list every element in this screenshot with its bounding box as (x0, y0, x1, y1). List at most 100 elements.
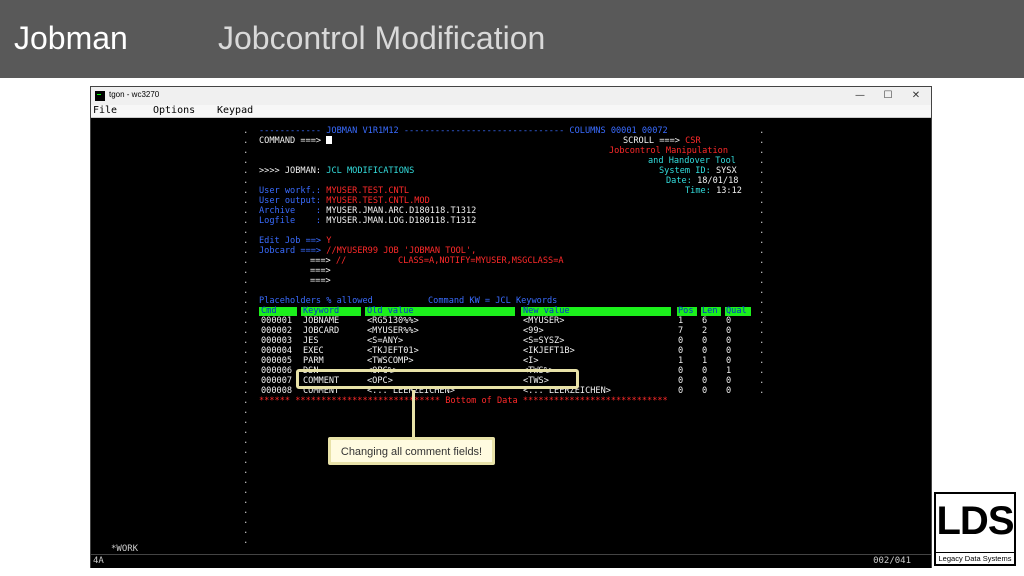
cell-new[interactable]: <I> (523, 356, 539, 366)
placeholders-note: Placeholders % allowed (259, 296, 373, 306)
cell-old[interactable]: <MYUSER%%> (367, 326, 419, 336)
minimize-button[interactable]: — (849, 89, 871, 103)
workf-label: User workf.: (259, 186, 322, 196)
cell-keyword[interactable]: JES (303, 336, 319, 346)
cell-len[interactable]: 0 (702, 346, 707, 356)
menu-file[interactable]: File (93, 105, 117, 117)
logfile-value: MYUSER.JMAN.LOG.D180118.T1312 (326, 216, 477, 226)
right-margin-dots: . . . . . . . . . . . . . . . . . . . . … (759, 126, 765, 396)
jobcard-cont-4[interactable]: ===> (259, 276, 331, 286)
cell-qual[interactable]: 0 (726, 346, 731, 356)
window-titlebar: tgon - wc3270 — ☐ ✕ (91, 87, 931, 105)
cell-pos[interactable]: 0 (678, 376, 683, 386)
cell-pos[interactable]: 0 (678, 386, 683, 396)
archive-label: Archive : (259, 206, 322, 216)
cell-cmd[interactable]: 000008 (261, 386, 292, 396)
cell-keyword[interactable]: JOBCARD (303, 326, 339, 336)
jobcard-value-1[interactable]: //MYUSER99 JOB 'JOBMAN TOOL', (326, 246, 476, 256)
cell-len[interactable]: 0 (702, 336, 707, 346)
cell-len[interactable]: 6 (702, 316, 707, 326)
jobcard-cont-3[interactable]: ===> (259, 266, 331, 276)
prompt-title: JCL MODIFICATIONS (326, 166, 415, 176)
date-line: Date: 18/01/18 (666, 176, 738, 186)
terminal-screen[interactable]: . . . . . . . . . . . . . . . . . . . . … (91, 118, 931, 554)
prompt-label: >>>> JOBMAN: (259, 166, 322, 176)
cell-keyword[interactable]: PARM (303, 356, 324, 366)
cell-old[interactable]: <RG5130%%> (367, 316, 419, 326)
cell-pos[interactable]: 1 (678, 356, 683, 366)
slide-title: Jobman (14, 20, 128, 56)
cell-len[interactable]: 0 (702, 386, 707, 396)
menu-keypad[interactable]: Keypad (217, 105, 253, 117)
cell-len[interactable]: 0 (702, 376, 707, 386)
cell-new[interactable]: <S=SYSZ> (523, 336, 564, 346)
output-line: User output: MYUSER.TEST.CNTL.MOD (259, 196, 430, 206)
cell-cmd[interactable]: 000003 (261, 336, 292, 346)
cell-cmd[interactable]: 000005 (261, 356, 292, 366)
date-value: 18/01/18 (697, 176, 739, 186)
terminal-app-icon (95, 91, 105, 101)
callout-box: Changing all comment fields! (328, 437, 495, 465)
cell-len[interactable]: 2 (702, 326, 707, 336)
system-value: SYSX (715, 166, 737, 176)
jobcard-line-3: ===> (259, 266, 331, 276)
callout-connector (412, 390, 415, 438)
cell-pos[interactable]: 0 (678, 346, 683, 356)
command-input[interactable] (326, 136, 333, 144)
cell-qual[interactable]: 0 (726, 326, 731, 336)
col-qual: Qual (726, 306, 747, 316)
cell-old[interactable]: <S=ANY> (367, 336, 403, 346)
close-button[interactable]: ✕ (905, 89, 927, 103)
cell-cmd[interactable]: 000007 (261, 376, 292, 386)
col-keyword: Keyword (303, 306, 340, 316)
status-bar: 4A 002/041 (91, 554, 931, 568)
jobcard-cont-2: ===> (310, 256, 331, 266)
maximize-button[interactable]: ☐ (877, 89, 899, 103)
editjob-line: Edit Job ==> Y (259, 236, 331, 246)
date-label: Date: (666, 176, 692, 186)
cell-new[interactable]: <IKJEFT1B> (523, 346, 575, 356)
cell-cmd[interactable]: 000006 (261, 366, 292, 376)
left-margin-dots: . . . . . . . . . . . . . . . . . . . . … (243, 126, 249, 546)
archive-value: MYUSER.JMAN.ARC.D180118.T1312 (326, 206, 477, 216)
cell-len[interactable]: 0 (702, 366, 707, 376)
scroll-value[interactable]: CSR (685, 136, 701, 146)
menu-options[interactable]: Options (153, 105, 195, 117)
cell-keyword[interactable]: JOBNAME (303, 316, 339, 326)
cell-qual[interactable]: 0 (726, 376, 731, 386)
jobcard-label: Jobcard ===> (259, 246, 322, 256)
cell-pos[interactable]: 0 (678, 366, 683, 376)
cell-pos[interactable]: 1 (678, 316, 683, 326)
cell-qual[interactable]: 0 (726, 356, 731, 366)
cell-qual[interactable]: 0 (726, 316, 731, 326)
cell-pos[interactable]: 0 (678, 336, 683, 346)
cell-len[interactable]: 1 (702, 356, 707, 366)
col-old-value: Old value (367, 306, 414, 316)
editjob-label: Edit Job ==> (259, 236, 322, 246)
cell-cmd[interactable]: 000004 (261, 346, 292, 356)
time-value: 13:12 (716, 186, 742, 196)
comment-row-highlight (296, 369, 579, 389)
jobcard-value-2[interactable]: // CLASS=A,NOTIFY=MYUSER,MSGCLASS=A (336, 256, 564, 266)
editjob-value[interactable]: Y (326, 236, 331, 246)
logfile-line: Logfile : MYUSER.JMAN.LOG.D180118.T1312 (259, 216, 476, 226)
cell-pos[interactable]: 7 (678, 326, 683, 336)
cell-new[interactable]: <MYUSER> (523, 316, 564, 326)
cell-new[interactable]: <99> (523, 326, 544, 336)
cell-old[interactable]: <TWSCOMP> (367, 356, 414, 366)
menubar: File Options Keypad (91, 105, 931, 118)
cell-qual[interactable]: 1 (726, 366, 731, 376)
cell-cmd[interactable]: 000002 (261, 326, 292, 336)
system-line: System ID: SYSX (659, 166, 737, 176)
cell-qual[interactable]: 0 (726, 336, 731, 346)
cell-qual[interactable]: 0 (726, 386, 731, 396)
cell-old[interactable]: <TKJEFT01> (367, 346, 419, 356)
logfile-label: Logfile : (259, 216, 322, 226)
cell-cmd[interactable]: 000001 (261, 316, 292, 326)
output-value[interactable]: MYUSER.TEST.CNTL.MOD (326, 196, 429, 206)
terminal-window: tgon - wc3270 — ☐ ✕ File Options Keypad … (90, 86, 932, 568)
system-label: System ID: (659, 166, 711, 176)
command-kw-note: Command KW = JCL Keywords (428, 296, 558, 306)
workf-value[interactable]: MYUSER.TEST.CNTL (326, 186, 409, 196)
cell-keyword[interactable]: EXEC (303, 346, 324, 356)
